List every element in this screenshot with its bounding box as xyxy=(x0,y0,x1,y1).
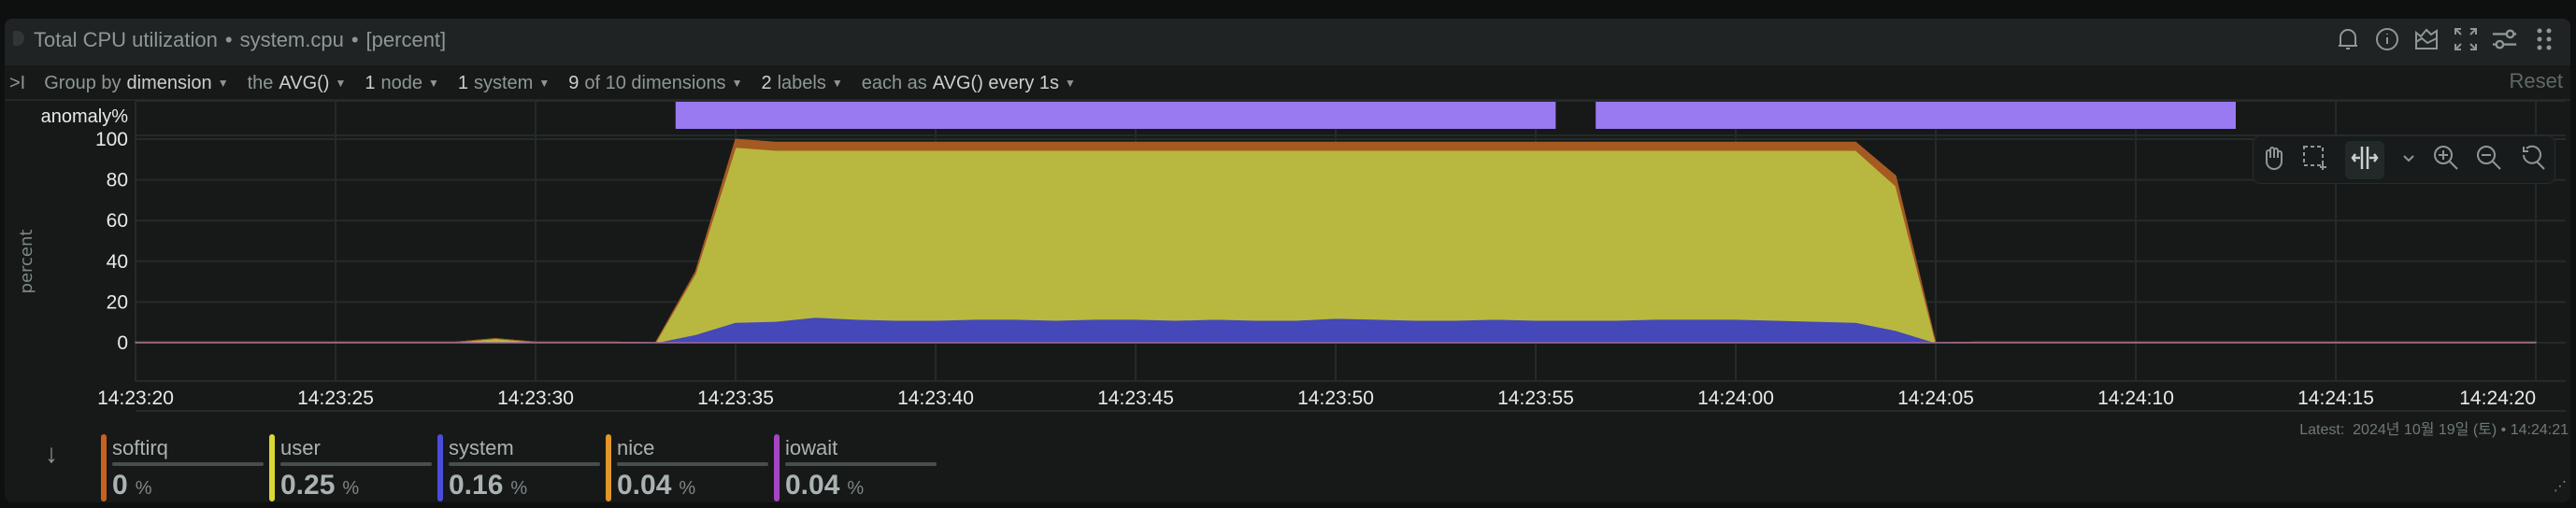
latest-value: 2024년 10월 19일 (토) • 14:24:21 xyxy=(2353,422,2569,438)
legend-progress xyxy=(112,462,264,466)
sort-arrow-icon[interactable]: ↓ xyxy=(45,439,58,469)
y-tick-label: 60 xyxy=(107,210,128,232)
anomaly-bar xyxy=(675,102,1556,129)
y-tick-label: 20 xyxy=(107,291,128,313)
legend-item-user[interactable]: user 0.25% xyxy=(269,434,437,501)
horizontal-zoom-icon[interactable] xyxy=(2345,140,2385,179)
value-number: 0.04 xyxy=(785,470,840,501)
legend-progress xyxy=(280,462,432,466)
latest-label: Latest: xyxy=(2299,422,2345,438)
legend-item-nice[interactable]: nice 0.04% xyxy=(606,434,774,501)
legend-name: user xyxy=(280,436,321,459)
legend-progress xyxy=(785,462,937,466)
zoom-out-icon[interactable] xyxy=(2476,145,2502,176)
x-tick-label: 14:23:40 xyxy=(897,388,974,409)
x-tick-label: 14:24:10 xyxy=(2097,388,2174,409)
x-tick-label: 14:24:05 xyxy=(1897,388,1974,409)
legend-name: system xyxy=(449,436,514,459)
x-tick-label: 14:24:20 xyxy=(2459,388,2536,409)
legend-progress xyxy=(449,462,600,466)
y-tick-label: 0 xyxy=(117,332,128,354)
x-tick-label: 14:23:25 xyxy=(297,388,374,409)
value-number: 0.16 xyxy=(449,470,504,501)
legend-name: iowait xyxy=(785,436,838,459)
value-number: 0 xyxy=(112,470,128,501)
y-tick-label: 80 xyxy=(107,170,128,191)
y-axis-label: percent xyxy=(17,230,36,294)
value-unit: % xyxy=(135,478,152,499)
anomaly-label: anomaly% xyxy=(41,106,129,127)
reset-zoom-icon[interactable] xyxy=(2520,145,2546,176)
zoom-in-icon[interactable] xyxy=(2433,145,2459,176)
legend-color-bar xyxy=(101,434,107,501)
legend-value: 0.04% xyxy=(785,470,864,501)
value-unit: % xyxy=(342,478,360,499)
legend-item-softirq[interactable]: softirq 0% xyxy=(101,434,269,501)
legend-value: 0.25% xyxy=(280,470,359,501)
x-tick-label: 14:23:20 xyxy=(97,388,174,409)
legend-value: 0.04% xyxy=(617,470,695,501)
legend-value: 0.16% xyxy=(449,470,527,501)
value-number: 0.04 xyxy=(617,470,672,501)
value-unit: % xyxy=(510,478,528,499)
value-unit: % xyxy=(847,478,865,499)
legend-color-bar xyxy=(774,434,780,501)
x-tick-label: 14:23:35 xyxy=(697,388,774,409)
legend-color-bar xyxy=(606,434,611,501)
legend-progress xyxy=(617,462,768,466)
x-tick-label: 14:23:50 xyxy=(1297,388,1374,409)
chevron-down-icon[interactable] xyxy=(2402,151,2415,168)
latest-timestamp: Latest: 2024년 10월 19일 (토) • 14:24:21 xyxy=(2299,416,2569,439)
legend: softirq 0% user 0.25% system 0.16% nice 0.04… xyxy=(101,434,942,501)
select-zoom-icon[interactable] xyxy=(2302,145,2328,176)
legend-name: nice xyxy=(617,436,655,459)
area-user xyxy=(135,147,2537,344)
x-tick-label: 14:23:45 xyxy=(1097,388,1174,409)
x-tick-label: 14:23:55 xyxy=(1497,388,1574,409)
pan-hand-icon[interactable] xyxy=(2262,145,2284,176)
value-unit: % xyxy=(679,478,696,499)
resize-handle-icon[interactable]: ⋰ xyxy=(2554,478,2567,494)
legend-item-iowait[interactable]: iowait 0.04% xyxy=(774,434,942,501)
legend-name: softirq xyxy=(112,436,168,459)
x-tick-label: 14:24:15 xyxy=(2297,388,2374,409)
legend-color-bar xyxy=(269,434,275,501)
x-tick-label: 14:23:30 xyxy=(497,388,574,409)
y-tick-label: 100 xyxy=(95,129,128,150)
y-tick-label: 40 xyxy=(107,251,128,273)
chart-tools xyxy=(2253,135,2555,184)
cpu-chart[interactable]: 0 20 40 60 80 100 14:23:20 14:23:25 14:23:30 14:2… xyxy=(0,0,2576,508)
legend-item-system[interactable]: system 0.16% xyxy=(437,434,606,501)
legend-value: 0% xyxy=(112,470,151,501)
value-number: 0.25 xyxy=(280,470,336,501)
anomaly-bar xyxy=(1596,102,2236,129)
legend-color-bar xyxy=(437,434,443,501)
x-tick-label: 14:24:00 xyxy=(1697,388,1774,409)
